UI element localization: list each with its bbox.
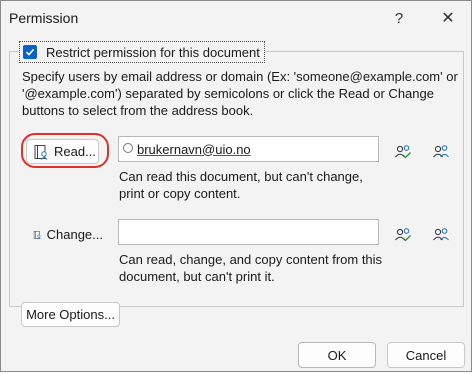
address-book-people-icon[interactable] (431, 143, 451, 161)
address-book-icon (34, 144, 48, 160)
restrict-permission-label: Restrict permission for this document (46, 44, 260, 60)
read-permission-description: Can read this document, but can't change… (119, 169, 363, 201)
change-users-input[interactable] (118, 219, 379, 245)
restrict-permission-checkbox[interactable]: Restrict permission for this document (19, 41, 265, 63)
read-users-input[interactable]: brukernavn@uio.no (118, 136, 379, 162)
checkbox-checked-icon[interactable] (23, 45, 37, 59)
title-bar: Permission ? ✕ (1, 1, 471, 37)
cancel-button[interactable]: Cancel (387, 342, 465, 368)
read-button[interactable]: Read... (26, 139, 99, 164)
check-names-icon[interactable] (393, 226, 413, 244)
help-button[interactable]: ? (385, 7, 413, 29)
read-button-label: Read... (54, 144, 96, 159)
check-names-icon[interactable] (393, 143, 413, 161)
change-button-label: Change... (46, 227, 103, 242)
address-book-icon (33, 230, 41, 239)
ok-button[interactable]: OK (298, 342, 376, 368)
user-status-icon (123, 143, 133, 153)
close-button[interactable]: ✕ (434, 7, 462, 29)
address-book-people-icon[interactable] (431, 226, 451, 244)
dialog-title: Permission (9, 10, 79, 26)
instructions-text: Specify users by email address or domain… (22, 69, 458, 118)
change-permission-description: Can read, change, and copy content from … (119, 252, 383, 284)
permission-dialog: Permission ? ✕ Restrict permission for t… (0, 0, 472, 372)
change-button[interactable]: Change... (26, 222, 104, 247)
read-user-entry[interactable]: brukernavn@uio.no (137, 142, 251, 157)
more-options-button[interactable]: More Options... (21, 302, 120, 327)
